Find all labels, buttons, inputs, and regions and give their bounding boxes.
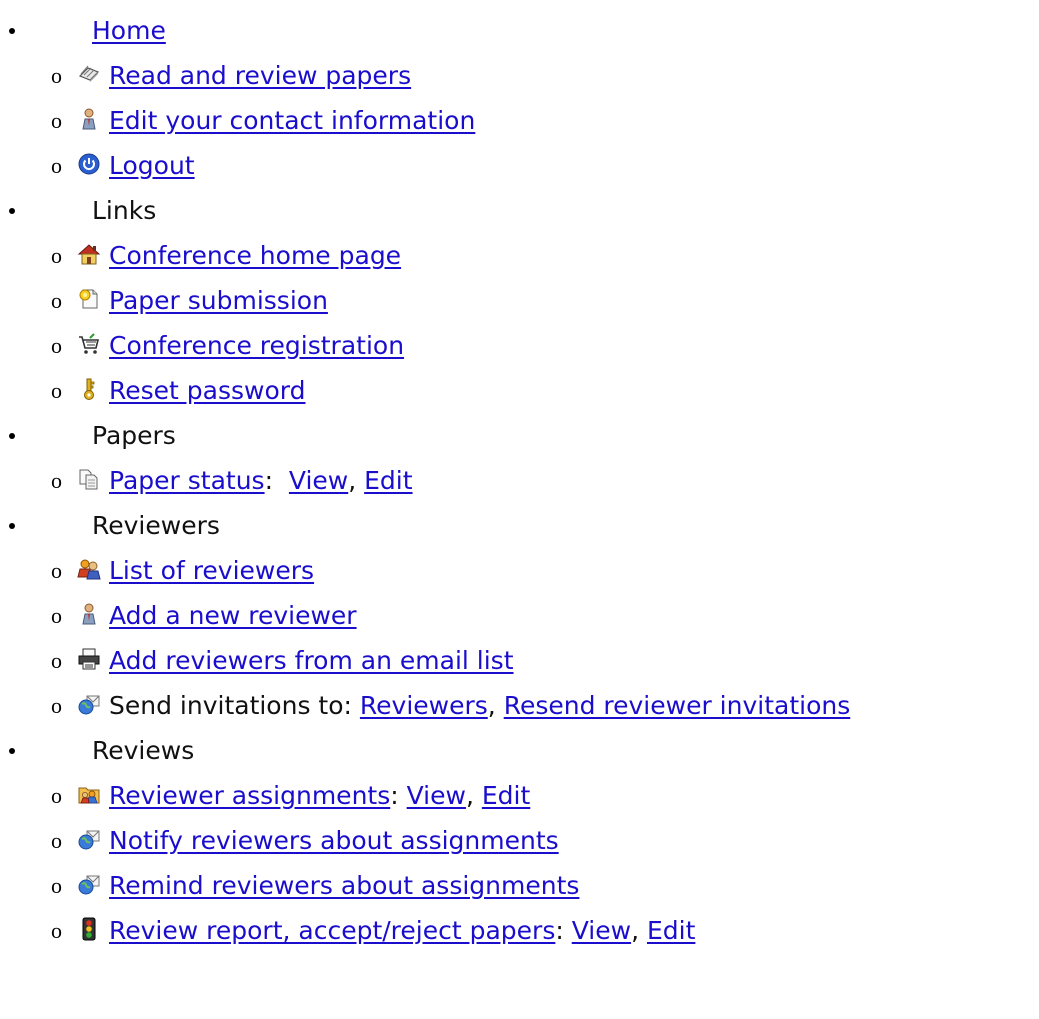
sub-bullet-marker: o (51, 333, 62, 358)
folder-people-icon (77, 782, 101, 806)
main-menu: Home o Read and review papers o Edit you… (0, 8, 1039, 953)
paper-status-separator: : (264, 466, 289, 495)
sub-bullet-marker: o (51, 558, 62, 583)
send-invitations-label: Send invitations to: (109, 691, 360, 720)
documents-icon (77, 467, 101, 491)
sub-bullet-marker: o (51, 153, 62, 178)
add-reviewer-link[interactable]: Add a new reviewer (109, 601, 357, 630)
printer-icon (77, 647, 101, 671)
notify-reviewers-link[interactable]: Notify reviewers about assignments (109, 826, 559, 855)
bullet-marker (9, 503, 19, 548)
sub-bullet-marker: o (51, 243, 62, 268)
home-link[interactable]: Home (92, 8, 166, 53)
shopping-cart-icon (77, 332, 101, 356)
review-report-separator: : (555, 916, 572, 945)
comma-separator: , (631, 916, 647, 945)
menu-item-conference-home: o Conference home page (0, 233, 1039, 278)
conference-registration-link[interactable]: Conference registration (109, 331, 404, 360)
bullet-marker (9, 8, 19, 53)
sub-bullet-marker: o (51, 108, 62, 133)
menu-item-paper-submission: o Paper submission (0, 278, 1039, 323)
menu-item-send-invitations: o Send invitations to: Reviewers, Resend… (0, 683, 1039, 728)
bullet-marker (9, 413, 19, 458)
menu-item-add-reviewer: o Add a new reviewer (0, 593, 1039, 638)
logout-link[interactable]: Logout (109, 151, 195, 180)
traffic-light-icon (77, 917, 101, 941)
comma-separator: , (465, 781, 482, 810)
menu-item-add-reviewers-email: o Add reviewers from an email list (0, 638, 1039, 683)
menu-item-edit-contact: o Edit your contact information (0, 98, 1039, 143)
book-icon (77, 62, 101, 86)
menu-item-read-review: o Read and review papers (0, 53, 1039, 98)
menu-section-home: Home (0, 8, 1039, 53)
review-report-link[interactable]: Review report, accept/reject papers (109, 916, 555, 945)
house-icon (77, 242, 101, 266)
bullet-marker (9, 728, 19, 773)
menu-item-paper-status: o Paper status: View, Edit (0, 458, 1039, 503)
sub-bullet-marker: o (51, 783, 62, 808)
review-report-view-link[interactable]: View (572, 916, 631, 945)
sub-bullet-marker: o (51, 693, 62, 718)
sub-bullet-marker: o (51, 828, 62, 853)
section-heading-papers: Papers (92, 421, 176, 450)
menu-section-reviewers: Reviewers (0, 503, 1039, 548)
menu-section-links: Links (0, 188, 1039, 233)
menu-item-logout: o Logout (0, 143, 1039, 188)
list-reviewers-link[interactable]: List of reviewers (109, 556, 314, 585)
new-document-icon (77, 287, 101, 311)
bullet-marker (9, 188, 19, 233)
section-heading-reviewers: Reviewers (92, 511, 220, 540)
edit-contact-link[interactable]: Edit your contact information (109, 106, 475, 135)
review-report-edit-link[interactable]: Edit (647, 916, 695, 945)
paper-status-link[interactable]: Paper status (109, 466, 265, 495)
person-icon (77, 107, 101, 131)
sub-bullet-marker: o (51, 288, 62, 313)
sub-bullet-marker: o (51, 378, 62, 403)
add-reviewers-email-link[interactable]: Add reviewers from an email list (109, 646, 514, 675)
remind-reviewers-link[interactable]: Remind reviewers about assignments (109, 871, 579, 900)
conference-home-link[interactable]: Conference home page (109, 241, 401, 270)
globe-mail-icon (77, 872, 101, 896)
menu-item-remind-reviewers: o Remind reviewers about assignments (0, 863, 1039, 908)
sub-bullet-marker: o (51, 603, 62, 628)
section-heading-links: Links (92, 196, 157, 225)
menu-item-list-reviewers: o List of reviewers (0, 548, 1039, 593)
reviewer-assignments-view-link[interactable]: View (407, 781, 466, 810)
section-heading-reviews: Reviews (92, 736, 195, 765)
paper-status-view-link[interactable]: View (289, 466, 348, 495)
menu-section-papers: Papers (0, 413, 1039, 458)
reviewer-assignments-link[interactable]: Reviewer assignments (109, 781, 390, 810)
sub-bullet-marker: o (51, 873, 62, 898)
menu-section-reviews: Reviews (0, 728, 1039, 773)
menu-item-conference-registration: o Conference registration (0, 323, 1039, 368)
people-icon (77, 557, 101, 581)
sub-bullet-marker: o (51, 648, 62, 673)
menu-item-notify-reviewers: o Notify reviewers about assignments (0, 818, 1039, 863)
comma-separator: , (487, 691, 504, 720)
comma-separator: , (348, 466, 365, 495)
globe-mail-icon (77, 827, 101, 851)
sub-bullet-marker: o (51, 918, 62, 943)
menu-item-review-report: o Review report, accept/reject papers: V… (0, 908, 1039, 953)
sub-bullet-marker: o (51, 63, 62, 88)
globe-mail-icon (77, 692, 101, 716)
read-review-papers-link[interactable]: Read and review papers (109, 61, 411, 90)
key-icon (77, 377, 101, 401)
sub-bullet-marker: o (51, 468, 62, 493)
paper-submission-link[interactable]: Paper submission (109, 286, 328, 315)
reset-password-link[interactable]: Reset password (109, 376, 305, 405)
menu-item-reset-password: o Reset password (0, 368, 1039, 413)
reviewer-assignments-separator: : (390, 781, 407, 810)
paper-status-edit-link[interactable]: Edit (364, 466, 412, 495)
resend-invitations-link[interactable]: Resend reviewer invitations (504, 691, 851, 720)
menu-item-reviewer-assignments: o Reviewer assignments: View, Edit (0, 773, 1039, 818)
power-icon (77, 152, 101, 176)
person-icon (77, 602, 101, 626)
reviewer-assignments-edit-link[interactable]: Edit (482, 781, 530, 810)
send-invitations-reviewers-link[interactable]: Reviewers (360, 691, 488, 720)
